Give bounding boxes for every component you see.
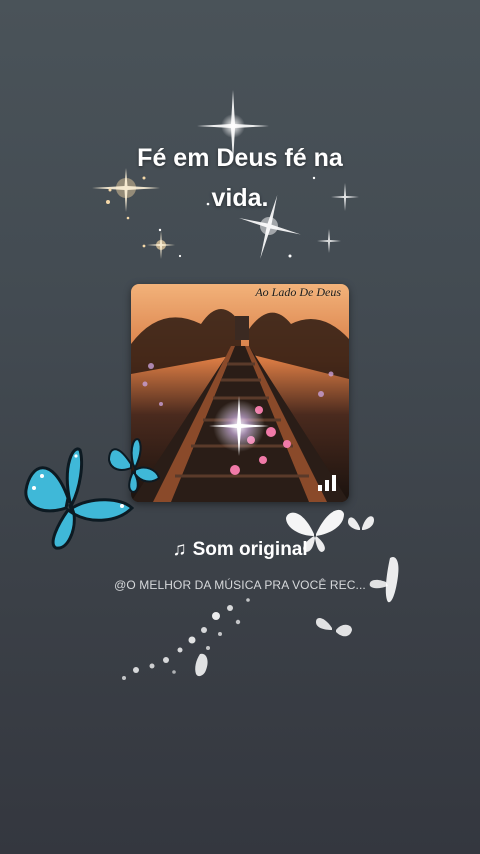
cover-label: Ao Lado De Deus xyxy=(255,285,341,299)
sound-author[interactable]: @O MELHOR DA MÚSICA PRA VOCÊ REC... xyxy=(0,578,480,592)
equalizer-bars-icon xyxy=(318,475,336,491)
sparkle-icon xyxy=(197,90,269,162)
sound-title[interactable]: ♫ Som original xyxy=(0,539,480,561)
sound-name-label: Som original xyxy=(192,539,308,560)
white-butterfly-icon xyxy=(316,618,352,637)
cover-image xyxy=(131,284,349,502)
sparkle-trail xyxy=(122,598,250,680)
sparkle-icon xyxy=(331,183,359,211)
tiktok-sound-page: { "title": { "line1": "Fé em Deus fé na"… xyxy=(0,0,480,854)
sparkle-dots xyxy=(108,176,316,258)
music-note-icon: ♫ xyxy=(172,539,187,560)
white-butterfly-icon xyxy=(348,516,374,530)
blue-butterfly-icon xyxy=(107,438,161,494)
album-cover[interactable]: Ao Lado De Deus xyxy=(131,284,349,502)
